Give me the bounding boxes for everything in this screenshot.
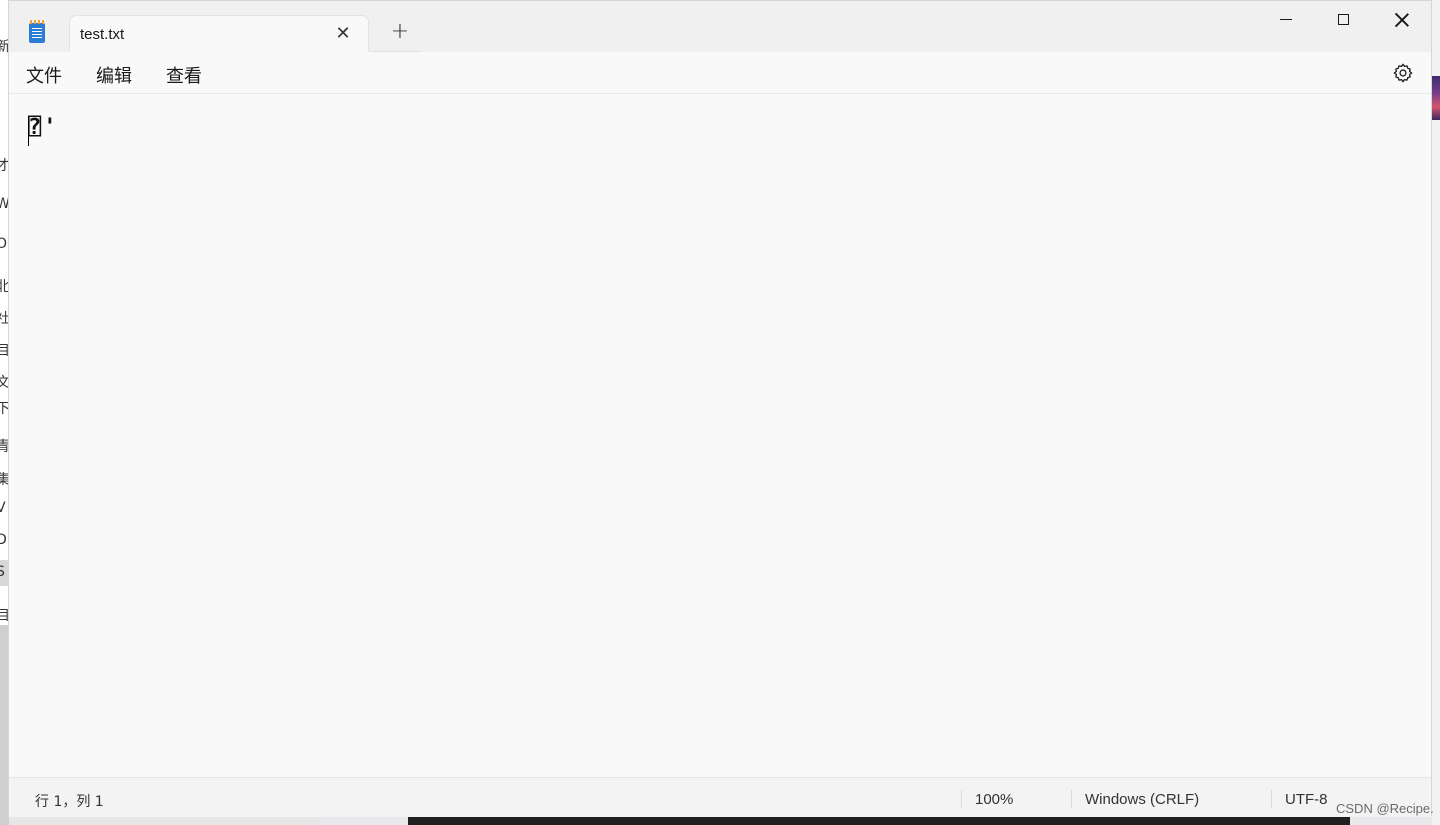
editor-content: ⍰'	[28, 115, 59, 140]
menu-file[interactable]: 文件	[26, 62, 62, 88]
tab-title: test.txt	[80, 26, 125, 43]
menu-view[interactable]: 查看	[166, 62, 202, 88]
minimize-icon	[1280, 19, 1292, 20]
notepad-app-icon	[29, 20, 45, 43]
line-ending-indicator[interactable]: Windows (CRLF)	[1085, 791, 1199, 808]
status-divider	[1271, 790, 1272, 808]
minimize-button[interactable]	[1257, 1, 1315, 39]
gear-icon[interactable]	[1392, 62, 1414, 84]
status-divider	[961, 790, 962, 808]
close-tab-icon[interactable]: ✕	[333, 24, 353, 44]
status-divider	[1071, 790, 1072, 808]
text-caret	[28, 117, 29, 146]
background-text: D	[0, 532, 7, 548]
new-tab-button[interactable]: +	[389, 21, 411, 43]
maximize-icon	[1338, 14, 1349, 25]
tab-test-txt[interactable]: test.txt ✕	[69, 15, 369, 53]
zoom-level[interactable]: 100%	[975, 791, 1013, 808]
background-window-edge	[1432, 0, 1440, 825]
title-bar[interactable]: test.txt ✕ +	[9, 1, 1431, 53]
encoding-indicator[interactable]: UTF-8	[1285, 791, 1328, 808]
notepad-window: test.txt ✕ + 文件 编辑 查看 ⍰' 行 1，列 1 100% Wi	[8, 0, 1432, 817]
background-image-thumbnail	[1432, 76, 1440, 120]
menu-edit[interactable]: 编辑	[96, 62, 132, 88]
text-editor-area[interactable]: ⍰'	[9, 95, 1431, 777]
background-text: O	[0, 236, 8, 252]
menu-bar: 文件 编辑 查看	[9, 52, 1431, 94]
maximize-button[interactable]	[1315, 1, 1373, 39]
close-window-button[interactable]	[1373, 1, 1431, 39]
status-bar: 行 1，列 1 100% Windows (CRLF) UTF-8	[9, 777, 1431, 817]
background-text: S	[0, 564, 5, 580]
close-icon	[1395, 13, 1409, 27]
background-text: V	[0, 500, 6, 516]
watermark-text: CSDN @Recipe.	[1336, 801, 1434, 816]
cursor-position: 行 1，列 1	[35, 794, 104, 810]
